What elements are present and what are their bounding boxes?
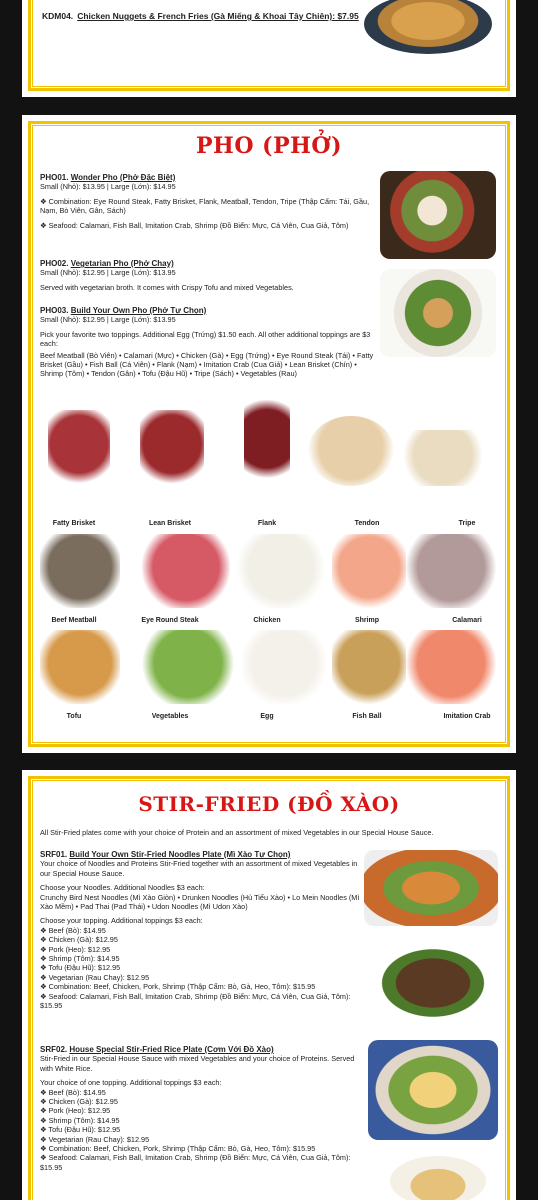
ingredient-photo bbox=[40, 534, 120, 608]
item-sizes: Small (Nhỏ): $12.95 | Large (Lớn): $13.9… bbox=[40, 315, 176, 325]
menu-item-pho01: PHO01. Wonder Pho (Phở Đặc Biệt) Small (… bbox=[40, 173, 380, 230]
section-title: STIR-FRIED (ĐỒ XÀO) bbox=[138, 792, 400, 816]
topping-option: ❖ Shrimp (Tôm): $14.95 bbox=[40, 954, 120, 964]
item-name: Chicken Nuggets & French Fries (Gà Miếng… bbox=[77, 11, 359, 21]
topping-option: ❖ Pork (Heo): $12.95 bbox=[40, 1106, 111, 1116]
menu-item-srf01: SRF01. Build Your Own Stir-Fried Noodles… bbox=[40, 850, 362, 1011]
item-code: PHO02. bbox=[40, 259, 69, 268]
item-name: Build Your Own Stir-Fried Noodles Plate … bbox=[69, 850, 291, 859]
menu-page-pho: PHO (PHỞ) PHO01. Wonder Pho (Phở Đặc Biệ… bbox=[22, 115, 516, 753]
udon-photo bbox=[390, 1156, 486, 1200]
section-title: PHO (PHỞ) bbox=[196, 133, 342, 159]
ingredient-photo bbox=[244, 400, 290, 486]
ingredient-photo bbox=[332, 630, 406, 704]
ingredient-photo bbox=[238, 534, 324, 608]
ingredient-photo bbox=[140, 410, 204, 486]
topping-option: ❖ Seafood: Calamari, Fish Ball, Imitatio… bbox=[40, 991, 351, 1011]
item-desc: Your choice of one topping. Additional t… bbox=[40, 1078, 222, 1088]
section-intro: All Stir-Fried plates come with your cho… bbox=[40, 828, 434, 837]
topping-option: ❖ Chicken (Gà): $12.95 bbox=[40, 935, 118, 945]
ingredient-label: Tofu bbox=[66, 713, 82, 720]
ingredient-label: Tripe bbox=[458, 520, 476, 527]
topping-option: ❖ Chicken (Gà): $12.95 bbox=[40, 1097, 118, 1107]
ingredient-photo bbox=[142, 534, 230, 608]
ingredient-label: Lean Brisket bbox=[148, 520, 192, 527]
item-desc: Choose your topping. Additional toppings… bbox=[40, 916, 203, 926]
ingredient-photo bbox=[400, 430, 486, 486]
vegetarian-pho-photo bbox=[380, 269, 496, 357]
ingredient-photo bbox=[406, 630, 496, 704]
ingredient-label: Fish Ball bbox=[352, 713, 382, 720]
ingredient-label: Chicken bbox=[253, 617, 281, 624]
item-desc: Crunchy Bird Nest Noodles (Mì Xào Giòn) … bbox=[40, 892, 360, 912]
ingredient-label: Fatty Brisket bbox=[52, 520, 96, 527]
item-sizes: Small (Nhỏ): $12.95 | Large (Lớn): $13.9… bbox=[40, 268, 176, 278]
item-code: SRF02. bbox=[40, 1045, 68, 1054]
topping-option: ❖ Shrimp (Tôm): $14.95 bbox=[40, 1115, 120, 1125]
topping-option: ❖ Combination: Beef, Chicken, Pork, Shri… bbox=[40, 982, 316, 992]
item-code: PHO01. bbox=[40, 173, 69, 182]
ingredient-label: Shrimp bbox=[354, 617, 380, 624]
item-desc: Served with vegetarian broth. It comes w… bbox=[40, 282, 294, 292]
ingredient-label: Beef Meatball bbox=[51, 617, 97, 624]
item-name: Vegetarian Pho (Phở Chay) bbox=[70, 259, 174, 268]
item-name: Build Your Own Pho (Phở Tự Chọn) bbox=[70, 306, 207, 315]
stir-fried-rice-photo bbox=[368, 1040, 498, 1140]
ingredient-photo bbox=[242, 630, 326, 704]
ingredient-label: Imitation Crab bbox=[443, 713, 491, 720]
ingredient-label: Eye Round Steak bbox=[141, 617, 199, 624]
topping-option: ❖ Beef (Bò): $14.95 bbox=[40, 1087, 106, 1097]
stir-fried-pork-photo bbox=[368, 940, 498, 1026]
menu-item-srf02: SRF02. House Special Stir-Fried Rice Pla… bbox=[40, 1045, 362, 1172]
ingredient-photo bbox=[332, 534, 406, 608]
menu-page-stir-fried: STIR-FRIED (ĐỒ XÀO) All Stir-Fried plate… bbox=[22, 770, 516, 1200]
ingredient-photo bbox=[48, 410, 110, 486]
item-desc: ❖ Combination: Eye Round Steak, Fatty Br… bbox=[40, 196, 370, 216]
topping-option: ❖ Tofu (Đậu Hũ): $12.95 bbox=[40, 963, 121, 973]
item-sizes: Small (Nhỏ): $13.95 | Large (Lớn): $14.9… bbox=[40, 182, 176, 192]
topping-option: ❖ Seafood: Calamari, Fish Ball, Imitatio… bbox=[40, 1153, 351, 1172]
item-code: KDM04. bbox=[42, 11, 74, 21]
item-desc: Your choice of Noodles and Proteins Stir… bbox=[40, 859, 358, 878]
item-code: SRF01. bbox=[40, 850, 68, 859]
wonder-pho-photo bbox=[380, 171, 496, 259]
ingredient-label: Flank bbox=[257, 520, 277, 527]
stir-fried-noodles-photo bbox=[364, 850, 498, 926]
item-desc: Choose your Noodles. Additional Noodles … bbox=[40, 883, 205, 893]
menu-page-kids: KDM04. Chicken Nuggets & French Fries (Gà… bbox=[22, 0, 516, 97]
ingredient-label: Calamari bbox=[452, 617, 482, 624]
item-code: PHO03. bbox=[40, 306, 69, 315]
menu-item-kdm04: KDM04. Chicken Nuggets & French Fries (Gà… bbox=[42, 11, 359, 21]
ingredient-photo bbox=[308, 416, 394, 486]
topping-option: ❖ Vegetarian (Rau Chay): $12.95 bbox=[40, 1134, 150, 1144]
ingredient-photo bbox=[142, 630, 234, 704]
topping-option: ❖ Tofu (Đậu Hũ): $12.95 bbox=[40, 1125, 121, 1135]
topping-option: ❖ Combination: Beef, Chicken, Pork, Shri… bbox=[40, 1144, 316, 1154]
topping-option: ❖ Pork (Heo): $12.95 bbox=[40, 944, 111, 954]
topping-option: ❖ Vegetarian (Rau Chay): $12.95 bbox=[40, 972, 150, 982]
ingredient-label: Egg bbox=[260, 713, 274, 720]
item-desc: ❖ Seafood: Calamari, Fish Ball, Imitatio… bbox=[40, 220, 349, 230]
item-name: House Special Stir-Fried Rice Plate (Cơm… bbox=[69, 1045, 274, 1054]
ingredient-label: Vegetables bbox=[151, 713, 189, 720]
item-desc: Stir-Fried in our Special House Sauce wi… bbox=[40, 1054, 355, 1073]
ingredient-photo bbox=[40, 630, 120, 704]
item-desc: Beef Meatball (Bò Viên) • Calamari (Mực)… bbox=[40, 350, 374, 379]
ingredient-photo bbox=[406, 534, 496, 608]
menu-item-pho02: PHO02. Vegetarian Pho (Phở Chay) Small (… bbox=[40, 259, 380, 292]
item-desc: Pick your favorite two toppings. Additio… bbox=[40, 329, 371, 349]
menu-item-pho03: PHO03. Build Your Own Pho (Phở Tự Chọn) … bbox=[40, 306, 380, 379]
item-name: Wonder Pho (Phở Đặc Biệt) bbox=[70, 173, 176, 182]
topping-option: ❖ Beef (Bò): $14.95 bbox=[40, 925, 106, 935]
ingredient-label: Tendon bbox=[354, 520, 380, 527]
